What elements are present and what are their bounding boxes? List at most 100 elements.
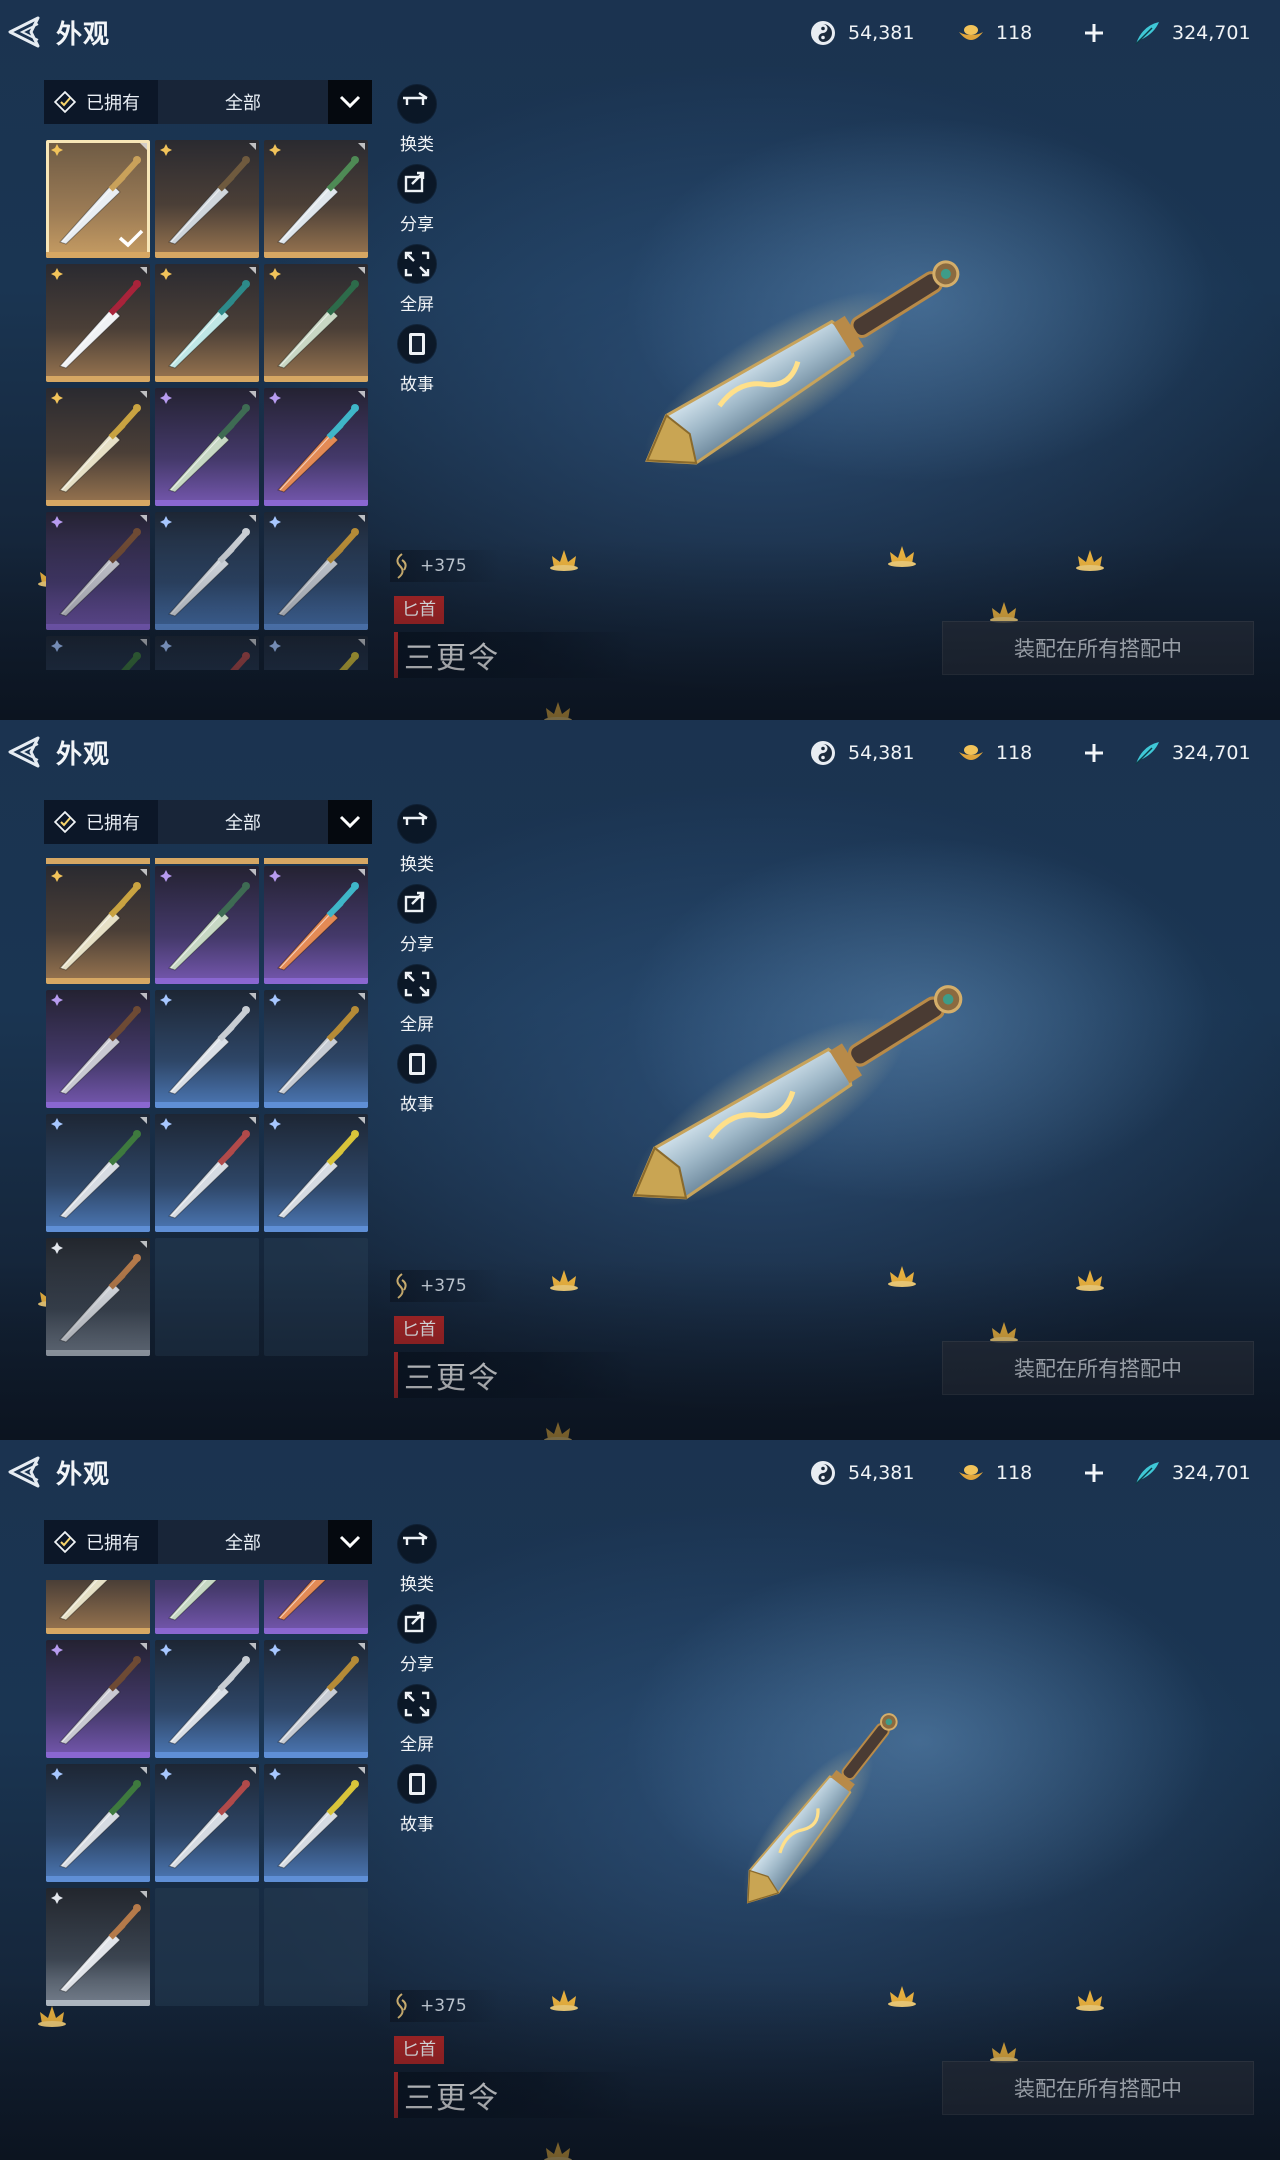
- skin-slot-dagger-12[interactable]: [264, 990, 368, 1108]
- dagger-icon: [168, 528, 250, 617]
- category-select[interactable]: 全部: [158, 1520, 328, 1564]
- skin-slot-dagger-06[interactable]: [264, 264, 368, 382]
- action-label: 故事: [400, 1815, 434, 1835]
- skin-grid[interactable]: [46, 1580, 370, 2050]
- skin-slot-dagger-16[interactable]: [46, 1888, 150, 2006]
- rarity-rim: [264, 252, 368, 258]
- skin-slot-dagger-16[interactable]: [46, 1238, 150, 1356]
- add-currency-button[interactable]: [1074, 1456, 1114, 1490]
- rarity-blue-icon: [160, 1644, 172, 1656]
- skin-slot-dagger-15[interactable]: [264, 1114, 368, 1232]
- skin-slot-dagger-13[interactable]: [46, 1114, 150, 1232]
- skin-slot-dagger-10[interactable]: [46, 1640, 150, 1758]
- owned-filter-toggle[interactable]: 已拥有: [44, 80, 158, 124]
- dagger-icon: [277, 280, 359, 369]
- back-arrow-icon[interactable]: [4, 14, 42, 50]
- skin-slot-dagger-09[interactable]: [264, 866, 368, 984]
- corner-mark: [249, 993, 256, 1000]
- skin-slot-dagger-02[interactable]: [155, 140, 259, 258]
- rarity-rim: [46, 376, 150, 382]
- skin-slot-dagger-07[interactable]: [46, 866, 150, 984]
- power-swirl-icon: [396, 1273, 407, 1299]
- skin-slot-dagger-09[interactable]: [264, 1580, 368, 1634]
- skin-slot-dagger-11[interactable]: [155, 990, 259, 1108]
- action-swap-weapon[interactable]: 换类: [392, 804, 442, 884]
- action-story-book[interactable]: 故事: [392, 1044, 442, 1124]
- skin-slot-dagger-15[interactable]: [264, 1764, 368, 1882]
- skin-slot-dagger-13[interactable]: [46, 1764, 150, 1882]
- rarity-blue-icon: [269, 1768, 281, 1780]
- skin-slot-dagger-03[interactable]: [264, 140, 368, 258]
- category-dropdown-button[interactable]: [328, 80, 372, 124]
- skin-slot-dagger-14[interactable]: [155, 1114, 259, 1232]
- skin-slot-dagger-12[interactable]: [264, 512, 368, 630]
- action-swap-weapon[interactable]: 换类: [392, 84, 442, 164]
- action-fullscreen[interactable]: 全屏: [392, 1684, 442, 1764]
- weapon-preview[interactable]: [690, 1690, 950, 1930]
- action-share[interactable]: 分享: [392, 164, 442, 244]
- action-story-book[interactable]: 故事: [392, 324, 442, 404]
- power-value: +375: [420, 556, 467, 576]
- skin-slot-dagger-07[interactable]: [46, 1580, 150, 1634]
- gold-ingot-icon: [959, 1465, 983, 1480]
- story-book-icon: [397, 1044, 437, 1084]
- skin-slot-dagger-13[interactable]: [46, 636, 150, 670]
- skin-slot-dagger-10[interactable]: [46, 990, 150, 1108]
- rarity-rim: [155, 500, 259, 506]
- skin-slot-dagger-07[interactable]: [46, 388, 150, 506]
- action-share[interactable]: 分享: [392, 1604, 442, 1684]
- dagger-icon: [277, 1580, 327, 1621]
- equip-status-button[interactable]: 装配在所有搭配中: [942, 1341, 1254, 1395]
- skin-slot-dagger-11[interactable]: [155, 512, 259, 630]
- skin-slot-dagger-14[interactable]: [155, 636, 259, 670]
- action-story-book[interactable]: 故事: [392, 1764, 442, 1844]
- category-dropdown-button[interactable]: [328, 1520, 372, 1564]
- action-swap-weapon[interactable]: 换类: [392, 1524, 442, 1604]
- skin-slot-dagger-15[interactable]: [264, 636, 368, 670]
- skin-slot-dagger-05[interactable]: [155, 264, 259, 382]
- action-share[interactable]: 分享: [392, 884, 442, 964]
- skin-slot-dagger-08[interactable]: [155, 1580, 259, 1634]
- skin-slot-dagger-09[interactable]: [264, 388, 368, 506]
- dagger-icon: [59, 1580, 109, 1621]
- corner-mark: [140, 869, 147, 876]
- skin-slot-dagger-12[interactable]: [264, 1640, 368, 1758]
- action-fullscreen[interactable]: 全屏: [392, 244, 442, 324]
- back-arrow-icon[interactable]: [4, 1454, 42, 1490]
- back-arrow-icon[interactable]: [4, 734, 42, 770]
- equip-status-button[interactable]: 装配在所有搭配中: [942, 2061, 1254, 2115]
- filter-bar: 已拥有 全部: [44, 1520, 372, 1564]
- add-currency-button[interactable]: [1074, 736, 1114, 770]
- lotus-lantern-icon: [888, 546, 916, 567]
- skin-grid[interactable]: [46, 858, 370, 1368]
- category-select[interactable]: 全部: [158, 80, 328, 124]
- owned-filter-label: 已拥有: [86, 93, 140, 114]
- dagger-icon: [277, 156, 359, 245]
- dagger-icon: [277, 1006, 359, 1095]
- action-fullscreen[interactable]: 全屏: [392, 964, 442, 1044]
- category-select[interactable]: 全部: [158, 800, 328, 844]
- rarity-rim: [155, 1226, 259, 1232]
- weapon-preview[interactable]: [600, 250, 1000, 480]
- jade-currency: 54,381: [808, 736, 914, 770]
- add-currency-button[interactable]: [1074, 16, 1114, 50]
- skin-slot-dagger-14[interactable]: [155, 1764, 259, 1882]
- corner-mark: [140, 391, 147, 398]
- owned-filter-toggle[interactable]: 已拥有: [44, 800, 158, 844]
- rarity-rim: [264, 500, 368, 506]
- skin-slot-dagger-01[interactable]: [46, 140, 150, 258]
- skin-slot-dagger-11[interactable]: [155, 1640, 259, 1758]
- category-dropdown-button[interactable]: [328, 800, 372, 844]
- gold-ingot-icon: [959, 745, 983, 760]
- weapon-preview[interactable]: [585, 975, 1005, 1215]
- skin-grid[interactable]: [46, 140, 370, 670]
- skin-slot-dagger-08[interactable]: [155, 388, 259, 506]
- owned-filter-toggle[interactable]: 已拥有: [44, 1520, 158, 1564]
- skin-slot-dagger-04[interactable]: [46, 264, 150, 382]
- equip-status-button[interactable]: 装配在所有搭配中: [942, 621, 1254, 675]
- rarity-blue-icon: [51, 640, 63, 652]
- skin-slot-dagger-08[interactable]: [155, 866, 259, 984]
- action-label: 分享: [400, 935, 434, 955]
- corner-mark: [249, 1117, 256, 1124]
- skin-slot-dagger-10[interactable]: [46, 512, 150, 630]
